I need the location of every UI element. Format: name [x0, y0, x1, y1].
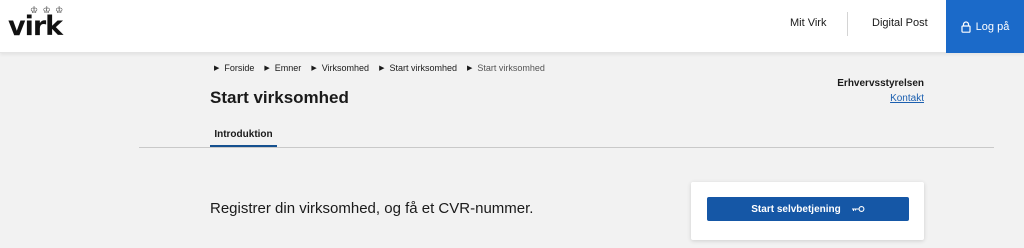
login-label: Log på [975, 20, 1010, 33]
organization-name: Erhvervsstyrelsen [837, 78, 924, 89]
page-title: Start virksomhed [210, 88, 349, 107]
breadcrumb-current: ▶ Start virksomhed [467, 63, 545, 73]
contact-link[interactable]: Kontakt [890, 93, 924, 104]
breadcrumb-label[interactable]: Emner [275, 63, 302, 73]
breadcrumb-label: Start virksomhed [477, 63, 545, 73]
nav-digital-post[interactable]: Digital Post [872, 17, 928, 29]
caret-right-icon: ▶ [379, 65, 385, 72]
breadcrumb-label[interactable]: Forside [224, 63, 254, 73]
site-header: ♔ ♔ ♔ virk Mit Virk Digital Post Log på [0, 0, 1024, 53]
virk-logo[interactable]: ♔ ♔ ♔ virk [8, 6, 68, 46]
self-service-card: Start selvbetjening [691, 182, 924, 240]
tab-divider [139, 147, 994, 148]
start-self-service-button[interactable]: Start selvbetjening [707, 197, 909, 221]
start-button-label: Start selvbetjening [751, 203, 841, 215]
breadcrumb: ▶ Forside ▶ Emner ▶ Virksomhed ▶ Start virks… [214, 63, 555, 73]
key-icon [851, 206, 865, 212]
caret-right-icon: ▶ [214, 65, 220, 72]
breadcrumb-item[interactable]: ▶ Emner [264, 63, 301, 73]
breadcrumb-item[interactable]: ▶ Start virksomhed [379, 63, 457, 73]
logo-text: virk [8, 11, 63, 42]
intro-text: Registrer din virksomhed, og få et CVR-n… [210, 200, 534, 217]
breadcrumb-item[interactable]: ▶ Forside [214, 63, 254, 73]
caret-right-icon: ▶ [264, 65, 270, 72]
breadcrumb-item[interactable]: ▶ Virksomhed [311, 63, 369, 73]
caret-right-icon: ▶ [311, 65, 317, 72]
tab-introduktion[interactable]: Introduktion [210, 126, 277, 148]
breadcrumb-label[interactable]: Start virksomhed [389, 63, 457, 73]
caret-right-icon: ▶ [466, 65, 473, 72]
lock-icon [961, 20, 971, 33]
login-button[interactable]: Log på [946, 0, 1024, 53]
nav-divider [847, 12, 848, 36]
nav-mit-virk[interactable]: Mit Virk [790, 17, 826, 29]
breadcrumb-label[interactable]: Virksomhed [322, 63, 369, 73]
